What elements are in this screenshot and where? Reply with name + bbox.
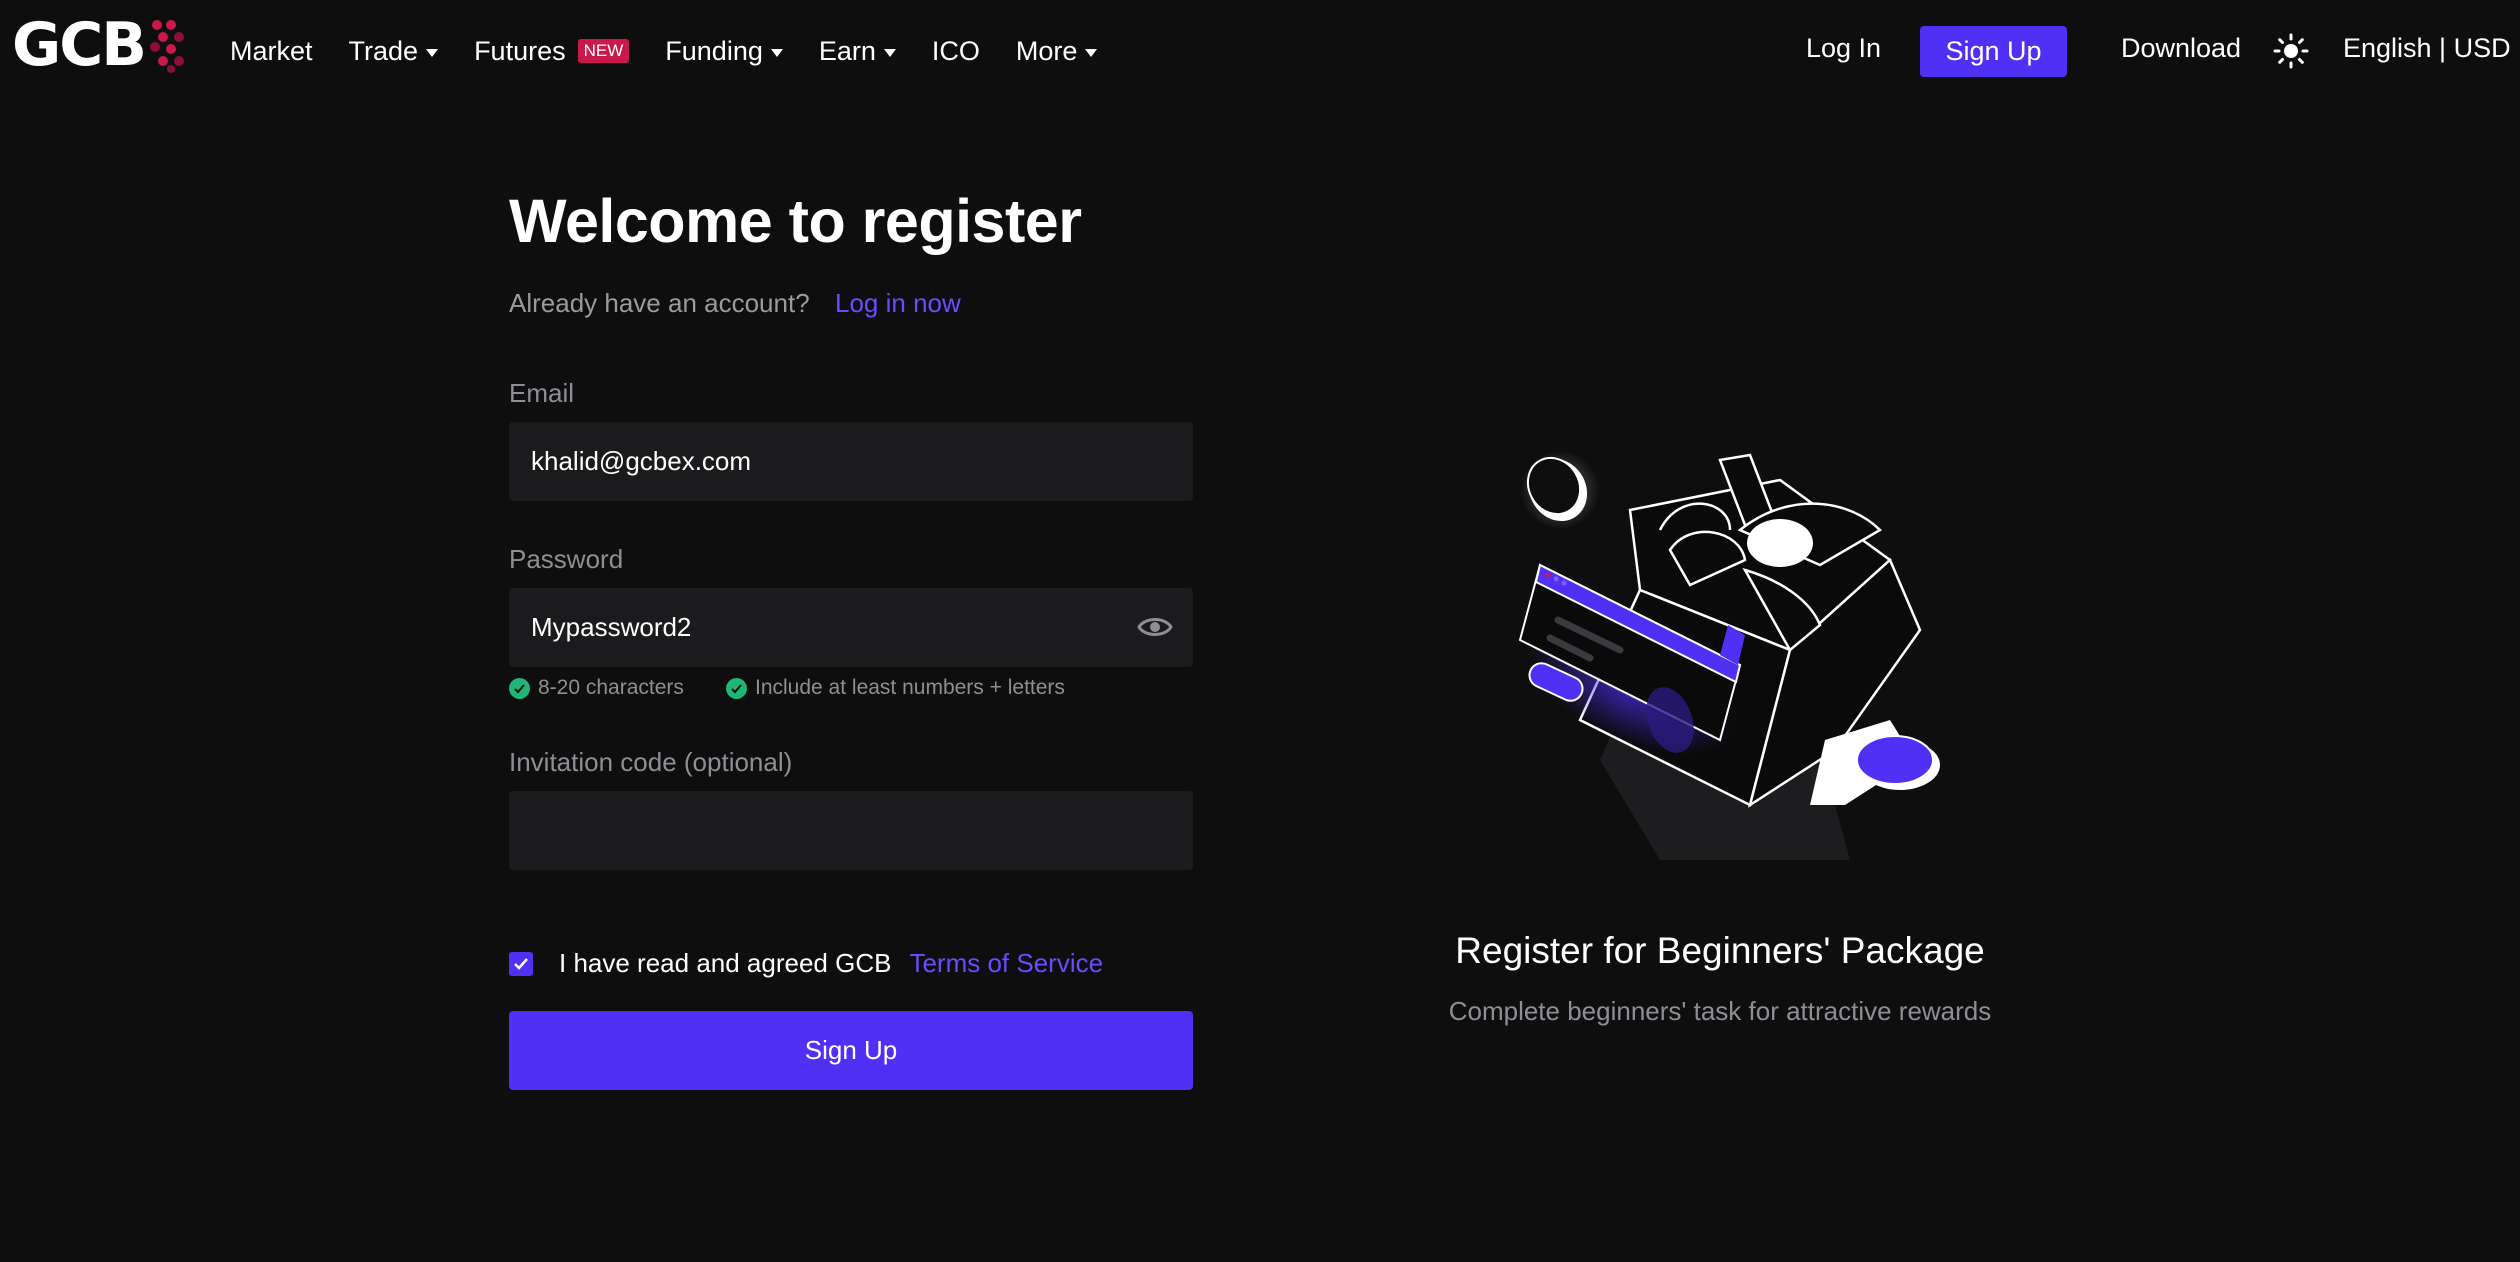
password-hint-composition-text: Include at least numbers + letters	[755, 676, 1065, 699]
invitation-label: Invitation code (optional)	[509, 747, 793, 777]
nav-market[interactable]: Market	[230, 36, 313, 67]
password-hint-composition: Include at least numbers + letters	[726, 676, 1065, 700]
nav-market-label: Market	[230, 35, 313, 66]
nav-futures[interactable]: Futures NEW	[474, 35, 630, 67]
eye-icon[interactable]	[1137, 613, 1173, 641]
promo-subtitle: Complete beginners' task for attractive …	[1448, 996, 1992, 1026]
terms-checkbox[interactable]	[509, 951, 533, 976]
agree-text: I have read and agreed GCB	[559, 948, 892, 978]
checkmark-icon	[514, 957, 528, 970]
top-nav-bar: GCB Market Trade Futures NEW Funding Ear…	[0, 0, 2520, 102]
header-signup-button[interactable]: Sign Up	[1920, 26, 2067, 77]
check-circle-icon	[726, 677, 747, 699]
nav-more[interactable]: More	[1016, 36, 1098, 67]
sun-icon[interactable]	[2273, 33, 2309, 69]
nav-earn[interactable]: Earn	[819, 36, 896, 67]
main-nav: Market Trade Futures NEW Funding Earn IC…	[230, 0, 1133, 102]
email-field-container	[509, 422, 1193, 501]
check-circle-icon	[509, 677, 530, 699]
terms-of-service-link[interactable]: Terms of Service	[909, 948, 1103, 979]
nav-earn-label: Earn	[818, 35, 876, 66]
download-link[interactable]: Download	[2121, 33, 2241, 64]
password-hint-length: 8-20 characters	[509, 676, 684, 700]
new-badge: NEW	[577, 39, 630, 63]
signup-submit-button[interactable]: Sign Up	[509, 1011, 1193, 1090]
password-label: Password	[509, 544, 624, 574]
page-title: Welcome to register	[509, 187, 1082, 255]
caret-down-icon	[426, 49, 439, 57]
nav-ico[interactable]: ICO	[932, 36, 980, 67]
caret-down-icon	[770, 49, 783, 57]
gift-box-illustration	[1518, 450, 1940, 860]
nav-more-label: More	[1015, 35, 1078, 66]
nav-funding[interactable]: Funding	[665, 36, 783, 67]
caret-down-icon	[883, 49, 896, 57]
email-label: Email	[509, 378, 575, 408]
logo-mark-icon	[150, 20, 185, 73]
invitation-field-container	[509, 791, 1193, 870]
password-hint-length-text: 8-20 characters	[538, 676, 684, 699]
nav-futures-label: Futures	[474, 35, 566, 66]
nav-trade-label: Trade	[348, 35, 419, 66]
login-now-link[interactable]: Log in now	[835, 288, 961, 319]
gcb-logo[interactable]: GCB	[12, 10, 187, 80]
promo-title: Register for Beginners' Package	[1455, 930, 1985, 971]
logo-text: GCB	[12, 10, 147, 80]
invitation-code-field[interactable]	[531, 815, 1091, 846]
caret-down-icon	[1085, 49, 1098, 57]
have-account-text: Already have an account?	[509, 288, 810, 318]
password-field[interactable]	[531, 612, 1091, 643]
language-currency-selector[interactable]: English | USD	[2343, 33, 2511, 64]
nav-ico-label: ICO	[931, 35, 980, 66]
password-field-container	[509, 588, 1193, 667]
nav-funding-label: Funding	[665, 35, 763, 66]
header-login-button[interactable]: Log In	[1806, 33, 1881, 64]
email-field[interactable]	[531, 446, 1091, 477]
terms-agreement: I have read and agreed GCB Terms of Serv…	[509, 948, 1103, 979]
nav-trade[interactable]: Trade	[349, 36, 439, 67]
